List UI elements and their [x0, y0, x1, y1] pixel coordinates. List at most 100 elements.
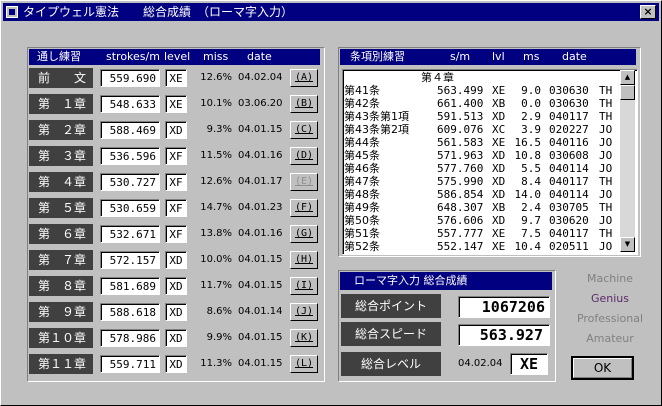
- row-practice-button[interactable]: (J): [290, 303, 318, 321]
- list-item[interactable]: 第45条 571.963 XD 10.8 030608 JO: [343, 150, 621, 162]
- row-practice-button[interactable]: (E): [290, 173, 318, 191]
- row-label-prefix: 第: [38, 279, 51, 293]
- list-item[interactable]: 第51条 557.777 XE 7.5 040117 TH: [343, 228, 621, 240]
- list-item[interactable]: 第44条 561.583 XE 16.5 040116 JO: [343, 137, 621, 149]
- row-label-chapter: ８章: [61, 279, 86, 293]
- list-item[interactable]: 第43条第1項 591.513 XD 2.9 040117 TH: [343, 111, 621, 123]
- row-label-chapter: １章: [61, 97, 86, 111]
- row-practice-button[interactable]: (A): [290, 69, 318, 87]
- list-item-who: JO: [599, 149, 613, 162]
- list-item-date: 040116: [549, 136, 589, 149]
- close-button[interactable]: ×: [640, 5, 656, 19]
- row-practice-button[interactable]: (C): [290, 121, 318, 139]
- list-item-ms: 3.9: [521, 123, 541, 136]
- row-practice-button[interactable]: (L): [290, 355, 318, 373]
- list-item-who: JO: [599, 214, 613, 227]
- header-date: date: [247, 50, 272, 63]
- header-miss: miss: [203, 50, 229, 63]
- list-item-sm: 557.777: [437, 227, 484, 240]
- list-item-lvl: XB: [492, 97, 506, 110]
- row-miss-value: 11.3%: [200, 358, 232, 369]
- list-item-ms: 9.0: [521, 84, 541, 97]
- row-label-prefix: 第: [38, 227, 51, 241]
- list-item[interactable]: 第42条 661.400 XB 0.0 030630 TH: [343, 98, 621, 110]
- row-practice-button[interactable]: (B): [290, 95, 318, 113]
- article-list-scrollbar[interactable]: ▲ ▼: [620, 70, 635, 252]
- row-level-value: XD: [165, 277, 187, 295]
- list-item-lvl: XD: [492, 214, 506, 227]
- row-level-value: XD: [165, 329, 187, 347]
- chapter-heading-text: 第４章: [421, 71, 454, 84]
- list-item-who: JO: [599, 123, 613, 136]
- list-item-lvl: XE: [492, 240, 506, 253]
- row-strokes-value: 559.690: [100, 69, 160, 87]
- list-item[interactable]: 第46条 577.760 XD 5.5 040114 JO: [343, 163, 621, 175]
- list-item-lvl: XD: [492, 149, 506, 162]
- list-item[interactable]: 第49条 648.307 XB 2.4 030705 TH: [343, 202, 621, 214]
- row-level-value: XD: [165, 303, 187, 321]
- rank-machine: Machine: [586, 272, 634, 285]
- list-item-who: JO: [599, 136, 613, 149]
- title-bar[interactable]: タイプウェル憲法 総合成績 （ローマ字入力） ×: [3, 3, 659, 21]
- row-label-chapter: １０章: [49, 331, 86, 345]
- list-item-ms: 7.5: [521, 227, 541, 240]
- list-item-lvl: XD: [492, 188, 506, 201]
- article-list[interactable]: 第４章 第41条 563.499 XE 9.0 030630 TH 第42条 661.400 X…: [342, 69, 638, 255]
- row-practice-button[interactable]: (G): [290, 225, 318, 243]
- row-level-value: XF: [165, 173, 187, 191]
- header-article-practice: 条項別練習: [350, 50, 405, 63]
- row-strokes-value: 581.689: [100, 277, 160, 295]
- row-miss-value: 14.7%: [200, 202, 232, 213]
- row-label: 第 ３章: [29, 146, 93, 166]
- scroll-down-button[interactable]: ▼: [620, 237, 635, 252]
- scroll-up-button[interactable]: ▲: [620, 70, 635, 85]
- list-item[interactable]: 第50条 576.606 XD 9.7 030620 JO: [343, 215, 621, 227]
- rank-professional: Professional: [576, 312, 644, 325]
- row-date-value: 04.01.15: [238, 358, 283, 369]
- list-item[interactable]: 第48条 586.854 XD 14.0 040114 JO: [343, 189, 621, 201]
- row-label-chapter: 文: [73, 71, 86, 85]
- list-item-sm: 575.990: [437, 175, 484, 188]
- row-level-value: XE: [165, 95, 187, 113]
- list-item-ms: 2.9: [521, 110, 541, 123]
- list-item-date: 020227: [549, 123, 589, 136]
- row-practice-button[interactable]: (K): [290, 329, 318, 347]
- total-speed-value: 563.927: [458, 324, 550, 346]
- list-item-sm: 648.307: [437, 201, 484, 214]
- list-item-who: TH: [599, 110, 613, 123]
- list-item-name: 第41条: [344, 84, 380, 97]
- list-item[interactable]: 第43条第2項 609.076 XC 3.9 020227 JO: [343, 124, 621, 136]
- list-item-ms: 10.8: [514, 149, 542, 162]
- list-item-lvl: XD: [492, 110, 506, 123]
- list-item-name: 第45条: [344, 149, 380, 162]
- list-item[interactable]: 第41条 563.499 XE 9.0 030630 TH: [343, 85, 621, 97]
- list-item[interactable]: 第52条 552.147 XE 10.4 020511 JO: [343, 241, 621, 253]
- list-item-name: 第43条第1項: [344, 110, 409, 123]
- ok-button[interactable]: OK: [571, 356, 634, 380]
- row-miss-value: 12.6%: [200, 72, 232, 83]
- row-label: 第 １章: [29, 94, 93, 114]
- list-item[interactable]: 第47条 575.990 XD 8.4 040117 TH: [343, 176, 621, 188]
- list-item-ms: 8.4: [521, 175, 541, 188]
- scroll-thumb[interactable]: [620, 85, 635, 100]
- row-strokes-value: 530.727: [100, 173, 160, 191]
- row-label-chapter: ９章: [61, 305, 86, 319]
- row-strokes-value: 588.618: [100, 303, 160, 321]
- row-date-value: 04.01.23: [238, 202, 283, 213]
- row-label: 前文: [29, 68, 93, 88]
- row-practice-button[interactable]: (H): [290, 251, 318, 269]
- total-level-value: XE: [510, 353, 548, 375]
- row-label-prefix: 第: [38, 253, 51, 267]
- app-icon[interactable]: [6, 6, 18, 18]
- list-item-name: 第50条: [344, 214, 380, 227]
- total-level-label: 総合レベル: [341, 352, 441, 376]
- row-practice-button[interactable]: (D): [290, 147, 318, 165]
- list-item-sm: 561.583: [437, 136, 484, 149]
- row-label: 第 ９章: [29, 302, 93, 322]
- row-level-value: XD: [165, 355, 187, 373]
- list-item-ms: 0.0: [521, 97, 541, 110]
- row-practice-button[interactable]: (F): [290, 199, 318, 217]
- list-item-date: 040114: [549, 162, 589, 175]
- list-item-name: 第46条: [344, 162, 380, 175]
- row-practice-button[interactable]: (I): [290, 277, 318, 295]
